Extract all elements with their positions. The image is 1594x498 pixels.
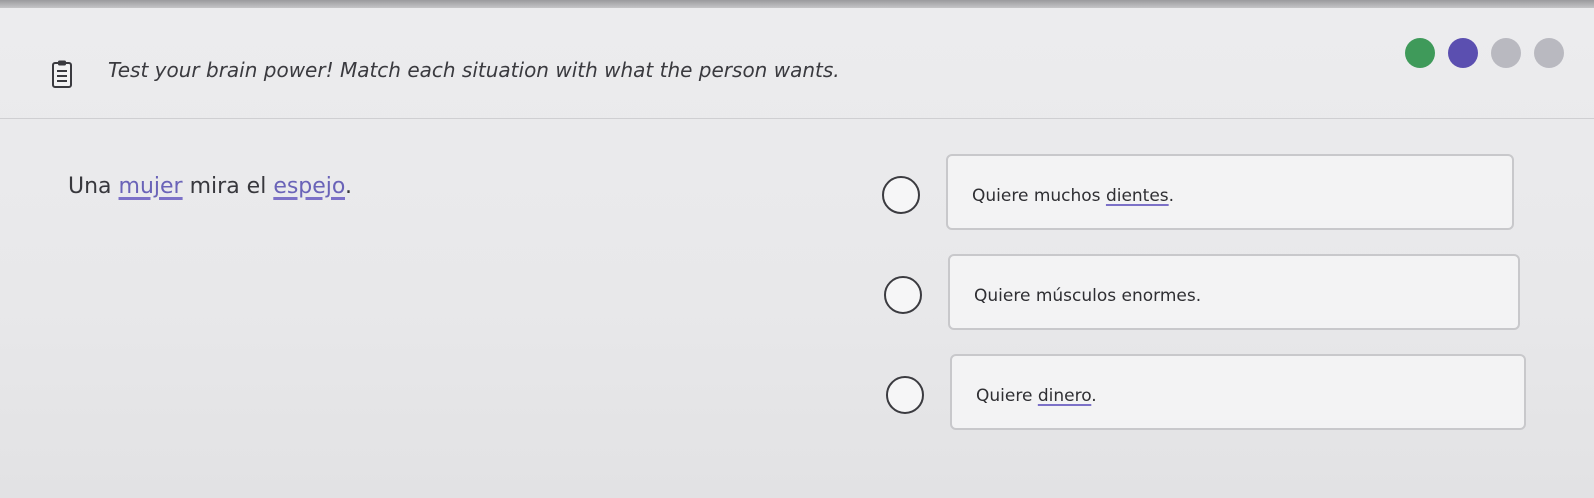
- option-text-part: Quiere músculos enormes.: [974, 286, 1202, 306]
- progress-dot: [1405, 38, 1435, 68]
- prompt-text: mira el: [182, 174, 274, 199]
- vocab-link-dinero[interactable]: dinero: [1038, 386, 1091, 406]
- answer-option-text: Quiere músculos enormes.: [974, 286, 1201, 306]
- radio-button[interactable]: [884, 276, 922, 314]
- clipboard-icon: [52, 60, 72, 88]
- exercise-panel: Test your brain power! Match each situat…: [0, 8, 1594, 498]
- answer-option-box[interactable]: Quiere muchos dientes.: [946, 154, 1514, 230]
- prompt-text: Una: [68, 174, 119, 199]
- option-text-part: Quiere: [976, 386, 1038, 406]
- vocab-link-dientes[interactable]: dientes: [1106, 186, 1169, 206]
- vocab-link-mujer[interactable]: mujer: [119, 174, 183, 199]
- exercise-header: Test your brain power! Match each situat…: [0, 8, 1594, 119]
- situation-prompt: Una mujer mira el espejo.: [68, 174, 352, 199]
- answer-option-text: Quiere dinero.: [976, 386, 1097, 406]
- answer-option-box[interactable]: Quiere dinero.: [950, 354, 1526, 430]
- progress-dot: [1534, 38, 1564, 68]
- option-text-part: Quiere muchos: [972, 186, 1106, 206]
- prompt-text: .: [345, 174, 352, 199]
- radio-button[interactable]: [886, 376, 924, 414]
- answer-option-box[interactable]: Quiere músculos enormes.: [948, 254, 1520, 330]
- progress-indicator: [1405, 38, 1564, 68]
- progress-dot: [1448, 38, 1478, 68]
- vocab-link-espejo[interactable]: espejo: [273, 174, 345, 199]
- progress-dot: [1491, 38, 1521, 68]
- option-text-part: .: [1091, 386, 1097, 406]
- option-text-part: .: [1168, 186, 1175, 206]
- instruction-text: Test your brain power! Match each situat…: [108, 58, 840, 82]
- radio-button[interactable]: [882, 176, 920, 214]
- answer-option-text: Quiere muchos dientes.: [972, 186, 1174, 206]
